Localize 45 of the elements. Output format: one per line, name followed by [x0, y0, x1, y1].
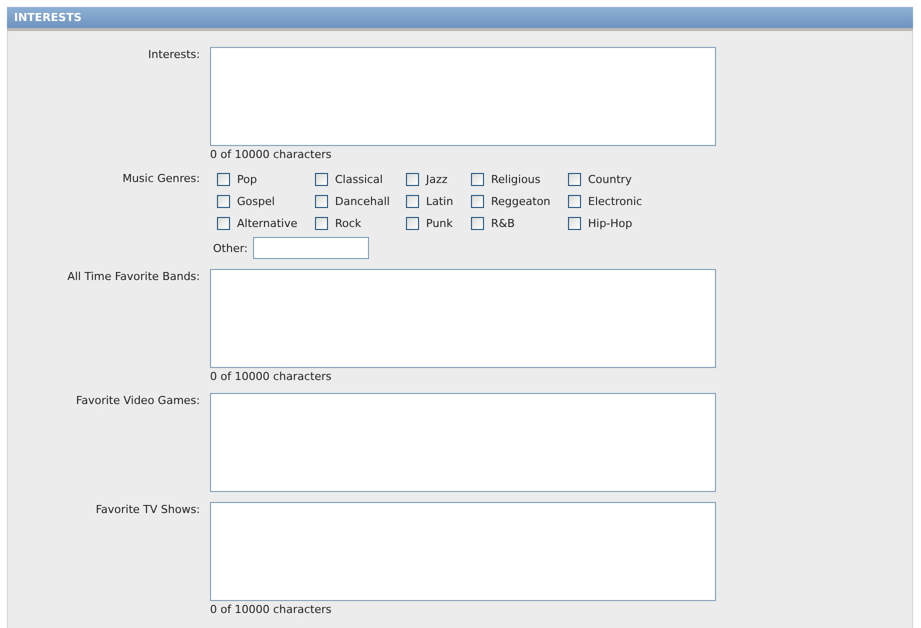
checkbox[interactable]: [471, 195, 484, 208]
text-area[interactable]: [210, 47, 716, 146]
checkbox[interactable]: [568, 195, 581, 208]
checkbox-label: Country: [588, 173, 632, 186]
checkbox-label: Pop: [237, 173, 257, 186]
other-label: Other:: [213, 242, 248, 254]
checkbox[interactable]: [315, 217, 328, 230]
checkbox[interactable]: [217, 195, 230, 208]
text-area[interactable]: [210, 269, 716, 368]
checkbox-label: Dancehall: [335, 195, 390, 208]
checkbox-label: Reggeaton: [491, 195, 550, 208]
other-input-field[interactable]: [252, 237, 369, 259]
field-label: All Time Favorite Bands:: [67, 269, 200, 285]
checkbox[interactable]: [406, 195, 419, 208]
checkbox-label: Hip-Hop: [588, 217, 632, 230]
character-counter: 0 of 10000 characters: [210, 148, 332, 161]
checkbox-label: Religious: [491, 173, 540, 186]
character-counter: 0 of 10000 characters: [210, 603, 332, 616]
section-header: INTERESTS: [7, 7, 913, 31]
checkbox-label: Alternative: [237, 217, 298, 230]
checkbox[interactable]: [315, 173, 328, 186]
field-label: Music Genres:: [122, 171, 200, 187]
text-area[interactable]: [210, 393, 716, 492]
text-area[interactable]: [210, 502, 716, 601]
checkbox[interactable]: [217, 173, 230, 186]
field-label: Favorite TV Shows:: [96, 502, 200, 518]
checkbox[interactable]: [471, 217, 484, 230]
checkbox-label: R&B: [491, 217, 515, 230]
checkbox[interactable]: [406, 173, 419, 186]
checkbox[interactable]: [217, 217, 230, 230]
checkbox[interactable]: [471, 173, 484, 186]
checkbox-label: Punk: [426, 217, 453, 230]
field-label: Favorite Video Games:: [76, 393, 200, 409]
checkbox-label: Jazz: [426, 173, 448, 186]
checkbox[interactable]: [568, 217, 581, 230]
checkbox[interactable]: [406, 217, 419, 230]
character-counter: 0 of 10000 characters: [210, 370, 332, 383]
checkbox-label: Classical: [335, 173, 383, 186]
checkbox[interactable]: [315, 195, 328, 208]
checkbox-label: Rock: [335, 217, 362, 230]
checkbox-label: Gospel: [237, 195, 275, 208]
checkbox[interactable]: [568, 173, 581, 186]
checkbox-label: Latin: [426, 195, 454, 208]
checkbox-label: Electronic: [588, 195, 642, 208]
field-label: Interests:: [148, 47, 200, 63]
